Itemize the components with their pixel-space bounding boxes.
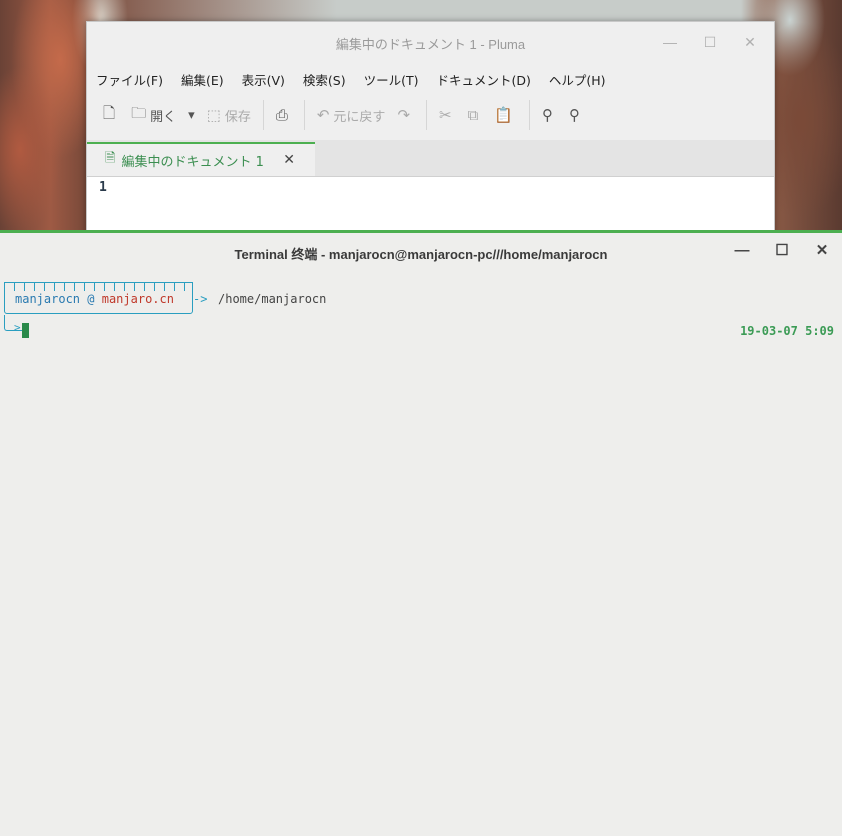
paste-button[interactable]: 📋: [488, 100, 523, 130]
pluma-tabbar: 🗎 編集中のドキュメント 1 ✕: [87, 140, 774, 176]
menu-tools[interactable]: ツール(T): [364, 70, 419, 89]
prompt-arrow-icon: >: [14, 321, 21, 334]
save-label: 保存: [224, 109, 251, 125]
close-tab-icon[interactable]: ✕: [283, 152, 295, 168]
prompt-timestamp: 19-03-07 5:09: [740, 324, 834, 338]
redo-icon: ↷: [397, 106, 411, 124]
copy-icon: ⧉: [467, 106, 479, 124]
new-document-button[interactable]: 🗋: [97, 100, 125, 130]
save-button[interactable]: ⬚ 保存: [201, 100, 257, 130]
line-number: 1: [99, 180, 107, 195]
redo-button[interactable]: ↷: [391, 100, 420, 130]
undo-label: 元に戻す: [333, 109, 386, 125]
open-recent-dropdown[interactable]: ▾: [182, 100, 201, 130]
close-button[interactable]: ✕: [810, 239, 834, 263]
new-document-icon: 🗋: [103, 103, 116, 122]
toolbar-separator: [303, 100, 305, 130]
menu-edit[interactable]: 編集(E): [181, 70, 224, 89]
tab-label: 編集中のドキュメント 1: [121, 154, 264, 170]
pluma-toolbar: 🗋 🗀 開く ▾ ⬚ 保存 ⎙ ↶ 元に戻す ↷ ✂ ⧉ 📋 ⚲ ⚲: [87, 90, 774, 140]
prompt-user-host: manjarocn @ manjaro.cn: [15, 292, 174, 306]
toolbar-separator: [262, 100, 264, 130]
minimize-button[interactable]: —: [730, 239, 754, 263]
menu-help[interactable]: ヘルプ(H): [549, 70, 606, 89]
prompt-arrow: ->: [193, 292, 208, 306]
replace-button[interactable]: ⚲: [563, 100, 590, 130]
folder-icon: 🗀: [131, 103, 147, 122]
cut-icon: ✂: [439, 106, 452, 124]
menu-documents[interactable]: ドキュメント(D): [437, 70, 531, 89]
menu-search[interactable]: 検索(S): [303, 70, 346, 89]
document-icon: 🗎: [105, 151, 116, 166]
cut-button[interactable]: ✂: [433, 100, 462, 130]
copy-button[interactable]: ⧉: [462, 100, 489, 130]
find-button[interactable]: ⚲: [536, 100, 563, 130]
prompt-user: manjarocn: [15, 292, 81, 306]
terminal-title: Terminal 终端 - manjarocn@manjarocn-pc///h…: [234, 247, 608, 262]
pluma-title: 編集中のドキュメント 1 - Pluma: [335, 37, 526, 52]
maximize-button[interactable]: ☐: [698, 30, 722, 54]
prompt-path: /home/manjarocn: [218, 292, 327, 306]
prompt-at: @: [87, 292, 95, 306]
tab-document-1[interactable]: 🗎 編集中のドキュメント 1 ✕: [87, 142, 315, 176]
pluma-window[interactable]: 編集中のドキュメント 1 - Pluma — ☐ ✕ ファイル(F) 編集(E)…: [86, 21, 775, 237]
menu-view[interactable]: 表示(V): [242, 70, 285, 89]
maximize-button[interactable]: ☐: [770, 239, 794, 263]
text-editor[interactable]: 1: [87, 176, 774, 236]
toolbar-separator: [529, 100, 530, 130]
terminal-window[interactable]: Terminal 终端 - manjarocn@manjarocn-pc///h…: [0, 230, 842, 836]
pluma-menubar: ファイル(F) 編集(E) 表示(V) 検索(S) ツール(T) ドキュメント(…: [87, 68, 774, 90]
open-label: 開く: [150, 109, 177, 125]
terminal-titlebar[interactable]: Terminal 终端 - manjarocn@manjarocn-pc///h…: [0, 233, 842, 277]
minimize-button[interactable]: —: [658, 30, 682, 54]
terminal-cursor: [22, 323, 29, 338]
menu-file[interactable]: ファイル(F): [96, 70, 163, 89]
paste-icon: 📋: [494, 106, 513, 124]
chevron-down-icon: ▾: [188, 107, 195, 123]
search-icon: ⚲: [542, 106, 553, 124]
prompt-host: manjaro.cn: [101, 292, 174, 306]
search-replace-icon: ⚲: [569, 106, 580, 124]
print-button[interactable]: ⎙: [270, 100, 298, 130]
printer-icon: ⎙: [275, 106, 288, 124]
open-button[interactable]: 🗀 開く: [125, 100, 182, 130]
pluma-titlebar[interactable]: 編集中のドキュメント 1 - Pluma — ☐ ✕: [87, 22, 774, 68]
undo-icon: ↶: [316, 106, 330, 124]
close-button[interactable]: ✕: [738, 30, 762, 54]
undo-button[interactable]: ↶ 元に戻す: [311, 100, 392, 130]
save-icon: ⬚: [206, 106, 221, 124]
toolbar-separator: [426, 100, 428, 130]
